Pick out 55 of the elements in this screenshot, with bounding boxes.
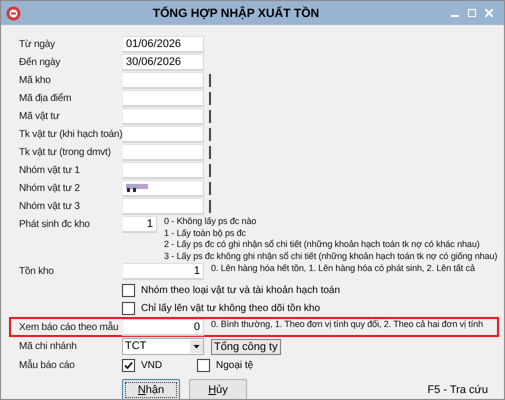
hint-text: 0. Bình thường, 1. Theo đơn vị tính quy đổi, 2. Theo cả hai đơn vị tính <box>211 319 483 330</box>
checkbox-label: Ngoại tệ <box>216 359 254 373</box>
field-label: Mẫu báo cáo <box>19 358 75 373</box>
checkbox-label: VND <box>141 359 162 373</box>
window-title: TỔNG HỢP NHẬP XUẤT TỒN <box>152 5 320 22</box>
number-field[interactable]: 1 <box>122 216 157 233</box>
number-field[interactable]: 1 <box>122 263 204 280</box>
checkbox[interactable] <box>122 302 135 314</box>
field-label: Mã địa điểm <box>19 92 72 106</box>
hint-text: 0 - Không lấy ps đc nào <box>164 216 258 228</box>
hint-text: 1 - Lấy toàn bộ ps đc <box>164 228 247 239</box>
input-field[interactable] <box>122 198 204 214</box>
field-label: Đến ngày <box>19 56 60 70</box>
input-field[interactable] <box>122 126 204 142</box>
checkbox-label: Nhóm theo loại vật tư và tài khoản hạch toán <box>141 284 340 298</box>
close-icon[interactable] <box>485 9 493 17</box>
dialog-button[interactable]: Nhận <box>122 379 180 399</box>
maximize-icon[interactable] <box>468 9 476 17</box>
input-field[interactable] <box>122 144 204 160</box>
shortcut-hint: F5 - Tra cứu <box>427 382 488 398</box>
input-field[interactable] <box>122 72 204 88</box>
field-label: Phát sinh đc kho <box>19 218 90 232</box>
logo-icon <box>6 6 21 20</box>
caret-icon <box>190 340 203 353</box>
hint-text: 2 - Lấy ps đc có ghi nhận sổ chi tiết (những khoản hạch toán tk nợ có khác nhau) <box>164 239 481 250</box>
input-field[interactable] <box>122 108 204 124</box>
blurred-value-icon <box>126 184 148 192</box>
field-label: Nhóm vật tư 3 <box>19 200 80 214</box>
checkbox[interactable] <box>122 284 135 296</box>
input-field[interactable] <box>122 180 204 196</box>
checkbox[interactable] <box>122 359 135 372</box>
input-field[interactable] <box>122 162 204 178</box>
date-field[interactable]: 30/06/2026 <box>122 54 204 70</box>
field-label: Từ ngày <box>19 38 55 52</box>
field-label: Tk vật tư (khi hạch toán) <box>19 128 122 142</box>
date-field[interactable]: 01/06/2026 <box>122 36 204 52</box>
hint-text: 3 - Lấy ps đc không ghi nhận sổ chi tiết (những khoản hạch toán tk nợ có giống nhau) <box>164 250 498 262</box>
input-field[interactable] <box>122 90 204 106</box>
dialog-button[interactable]: Hủy <box>189 379 247 399</box>
field-label: Nhóm vật tư 1 <box>19 164 80 178</box>
number-field[interactable]: 0 <box>122 319 204 336</box>
checkbox-label: Chỉ lấy lên vật tư không theo dõi tồn kho <box>141 302 320 316</box>
field-label: Tk vật tư (trong dmvt) <box>19 146 111 160</box>
hint-text: 0. Lên hàng hóa hết tồn, 1. Lên hàng hóa có phát sinh, 2. Lên tất cả <box>211 263 475 274</box>
field-label: Mã kho <box>19 74 51 88</box>
branch-name: Tổng công ty <box>211 338 281 354</box>
check-icon <box>124 361 133 370</box>
branch-dropdown[interactable]: TCT <box>122 338 204 355</box>
field-label: Xem báo cáo theo mẫu <box>19 320 118 335</box>
field-label: Nhóm vật tư 2 <box>19 182 80 196</box>
field-label: Mã chi nhánh <box>19 340 77 354</box>
field-label: Mã vật tư <box>19 110 60 124</box>
dropdown-value: TCT <box>125 339 146 354</box>
field-label: Tồn kho <box>19 265 54 279</box>
checkbox[interactable] <box>197 359 210 372</box>
